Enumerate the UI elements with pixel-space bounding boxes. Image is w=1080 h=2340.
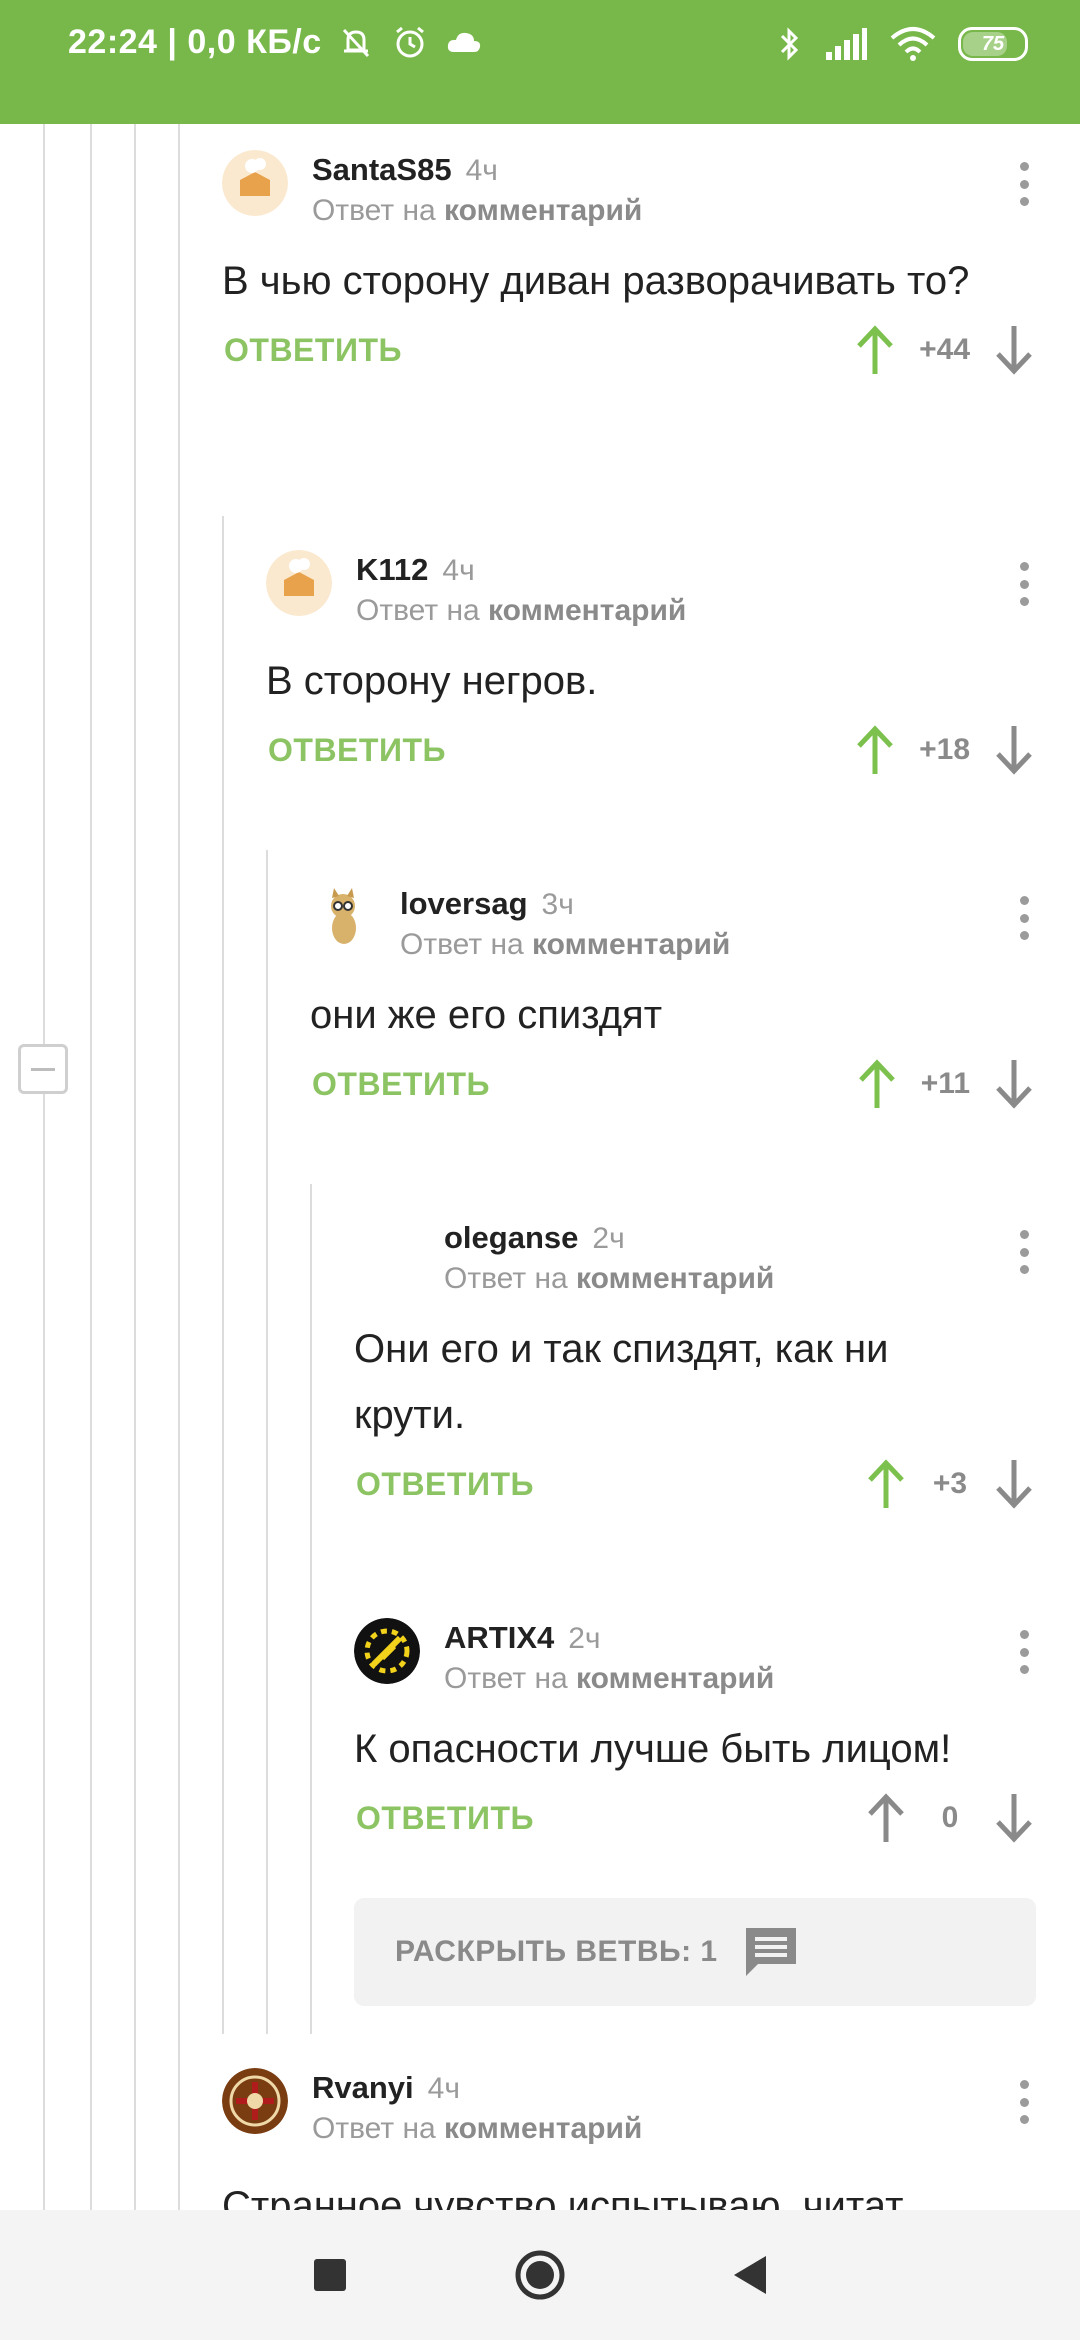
wifi-icon [890, 27, 936, 61]
more-options-button[interactable] [1014, 896, 1034, 940]
comment-time: 3ч [541, 888, 574, 921]
collapse-thread-button[interactable] [18, 1044, 68, 1094]
comment-author[interactable]: oleganse [444, 1220, 578, 1256]
thread-line [266, 850, 268, 2034]
vote-score: 0 [941, 1801, 959, 1834]
thread-line [90, 124, 92, 2210]
thread-line [222, 516, 224, 2034]
thread-line [178, 124, 180, 2034]
reply-button[interactable]: ОТВЕТИТЬ [312, 1066, 490, 1103]
comment-text: они же его спиздят [310, 993, 663, 1037]
thread-line [310, 1184, 312, 2034]
battery-level: 75 [981, 32, 1005, 55]
downvote-icon[interactable] [992, 1058, 1036, 1110]
reply-to-line[interactable]: Ответ на комментарий [356, 594, 686, 628]
thread-line [134, 124, 136, 2210]
avatar[interactable] [354, 1618, 420, 1684]
more-options-button[interactable] [1014, 1230, 1034, 1274]
reply-to-line[interactable]: Ответ на комментарий [400, 928, 730, 962]
downvote-icon[interactable] [992, 1792, 1036, 1844]
status-time: 22:24 | 0,0 КБ/с [68, 22, 322, 61]
upvote-icon[interactable] [853, 724, 897, 776]
vote-score: +18 [919, 733, 970, 766]
comment-author[interactable]: loversag [400, 886, 528, 922]
comment-time: 2ч [568, 1622, 601, 1655]
comment-author[interactable]: ARTIX4 [444, 1620, 554, 1656]
reply-button[interactable]: ОТВЕТИТЬ [356, 1466, 534, 1503]
comment: loversag 3ч Ответ на комментарий они же … [310, 884, 1036, 1124]
home-button[interactable] [510, 2245, 570, 2305]
comment-text: Они его и так спиздят, как ни крути. [354, 1327, 889, 1437]
triangle-back-icon [734, 2256, 766, 2294]
bluetooth-icon [780, 27, 799, 61]
comment-bubble-icon [745, 1928, 796, 1976]
reply-button[interactable]: ОТВЕТИТЬ [356, 1800, 534, 1837]
comment-text: В чью сторону диван разворачивать то? [222, 259, 970, 303]
comment: SantaS85 4ч Ответ на комментарий В чью с… [222, 150, 1036, 390]
thread-line [43, 124, 45, 2210]
avatar[interactable] [266, 550, 332, 616]
comment-time: 2ч [592, 1222, 625, 1255]
mute-bell-icon [342, 28, 369, 58]
navigation-bar [0, 2210, 1080, 2340]
avatar[interactable] [354, 1218, 420, 1284]
comment-time: 4ч [427, 2072, 460, 2105]
reply-button[interactable]: ОТВЕТИТЬ [268, 732, 446, 769]
alarm-icon [395, 26, 424, 58]
downvote-icon[interactable] [992, 324, 1036, 376]
more-options-button[interactable] [1014, 162, 1034, 206]
comment-text: В сторону негров. [266, 659, 598, 703]
comment: oleganse 2ч Ответ на комментарий Они его… [354, 1218, 1036, 1524]
avatar[interactable] [310, 884, 376, 950]
upvote-icon[interactable] [864, 1792, 908, 1844]
upvote-icon[interactable] [864, 1458, 908, 1510]
comment-time: 4ч [465, 154, 498, 187]
vote-score: +11 [920, 1067, 970, 1100]
vote-score: +3 [932, 1467, 968, 1500]
comment-text: К опасности лучше быть лицом! [354, 1727, 952, 1771]
comment: K112 4ч Ответ на комментарий В сторону н… [266, 550, 1036, 790]
reply-to-line[interactable]: Ответ на комментарий [312, 194, 642, 228]
thread-line [178, 2034, 180, 2210]
reply-button[interactable]: ОТВЕТИТЬ [224, 332, 402, 369]
avatar[interactable] [222, 2068, 288, 2134]
reply-to-line[interactable]: Ответ на комментарий [444, 1262, 774, 1296]
comment-author[interactable]: K112 [356, 552, 428, 588]
downvote-icon[interactable] [992, 1458, 1036, 1510]
more-options-button[interactable] [1014, 2080, 1034, 2124]
reply-to-line[interactable]: Ответ на комментарий [312, 2112, 642, 2146]
expand-branch-button[interactable]: РАСКРЫТЬ ВЕТВЬ: 1 [354, 1898, 1036, 2006]
comment-author[interactable]: Rvanyi [312, 2070, 414, 2106]
signal-icon [826, 28, 867, 60]
reply-to-line[interactable]: Ответ на комментарий [444, 1662, 774, 1696]
cloud-icon [447, 32, 480, 52]
comment: Rvanyi 4ч Ответ на комментарий [222, 2068, 1036, 2158]
battery-icon: 75 [958, 27, 1028, 61]
comment-time: 4ч [442, 554, 475, 587]
square-icon [314, 2259, 346, 2291]
more-options-button[interactable] [1014, 1630, 1034, 1674]
recents-button[interactable] [300, 2245, 360, 2305]
upvote-icon[interactable] [855, 1058, 899, 1110]
upvote-icon[interactable] [853, 324, 897, 376]
downvote-icon[interactable] [992, 724, 1036, 776]
avatar[interactable] [222, 150, 288, 216]
more-options-button[interactable] [1014, 562, 1034, 606]
comment-author[interactable]: SantaS85 [312, 152, 452, 188]
expand-branch-label: РАСКРЫТЬ ВЕТВЬ: 1 [395, 1935, 718, 1968]
vote-score: +44 [919, 333, 970, 366]
comment: ARTIX4 2ч Ответ на комментарий К опаснос… [354, 1618, 1036, 1858]
back-button[interactable] [720, 2245, 780, 2305]
status-bar: 22:24 | 0,0 КБ/с 75 [0, 0, 1080, 124]
circle-icon [515, 2250, 565, 2300]
